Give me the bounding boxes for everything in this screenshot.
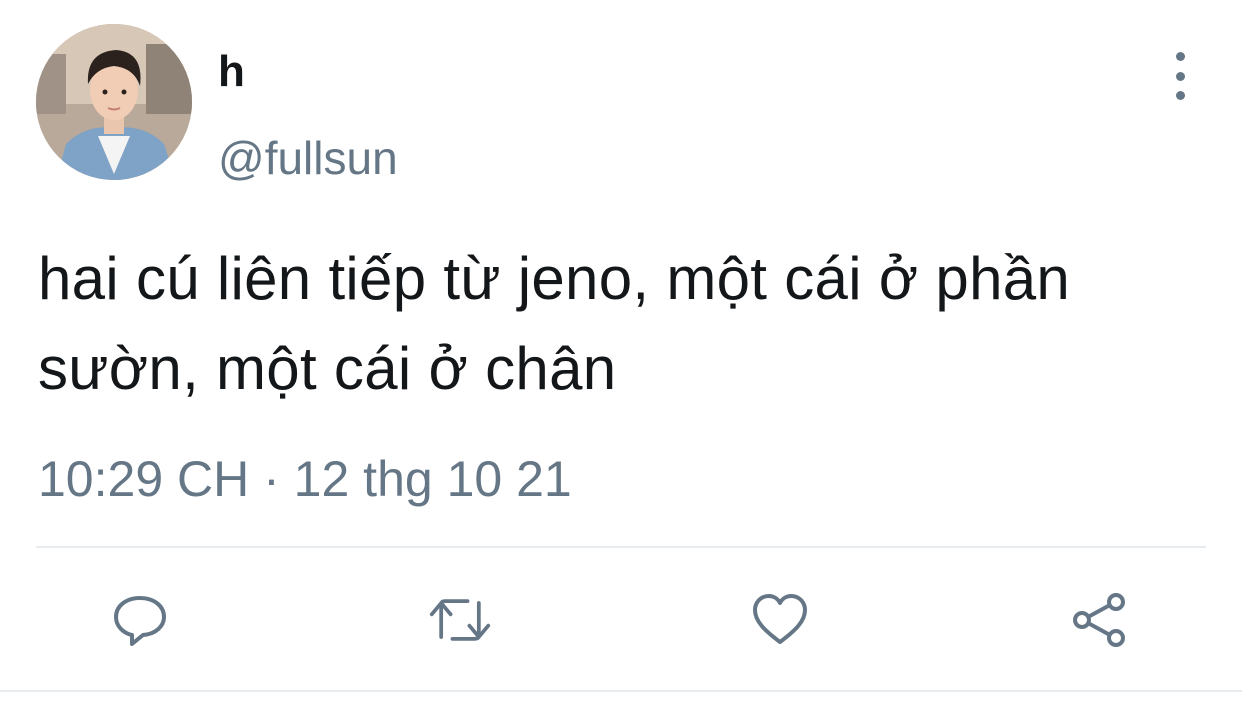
share-icon bbox=[1073, 593, 1125, 647]
more-dot bbox=[1175, 91, 1185, 100]
heart-icon bbox=[753, 594, 807, 644]
reply-button[interactable] bbox=[108, 588, 172, 652]
more-vertical-icon bbox=[1175, 52, 1185, 61]
reply-icon bbox=[114, 596, 166, 646]
retweet-button[interactable] bbox=[428, 588, 492, 652]
more-dot bbox=[1175, 71, 1185, 81]
display-name[interactable]: h bbox=[218, 46, 245, 98]
like-button[interactable] bbox=[748, 588, 812, 652]
divider-bottom bbox=[0, 690, 1242, 692]
user-handle[interactable]: @fullsun bbox=[218, 130, 398, 186]
more-options-button[interactable] bbox=[1160, 52, 1200, 100]
retweet-icon bbox=[429, 599, 491, 641]
divider bbox=[36, 546, 1206, 548]
tweet-text: hai cú liên tiếp từ jeno, một cái ở phần… bbox=[38, 245, 1071, 402]
avatar-image bbox=[36, 24, 192, 180]
avatar[interactable] bbox=[36, 24, 192, 180]
tweet-timestamp[interactable]: 10:29 CH · 12 thg 10 21 bbox=[38, 448, 572, 510]
tweet-card: h @fullsun hai cú liên tiếp từ jeno, một… bbox=[0, 0, 1242, 711]
share-button[interactable] bbox=[1068, 588, 1132, 652]
